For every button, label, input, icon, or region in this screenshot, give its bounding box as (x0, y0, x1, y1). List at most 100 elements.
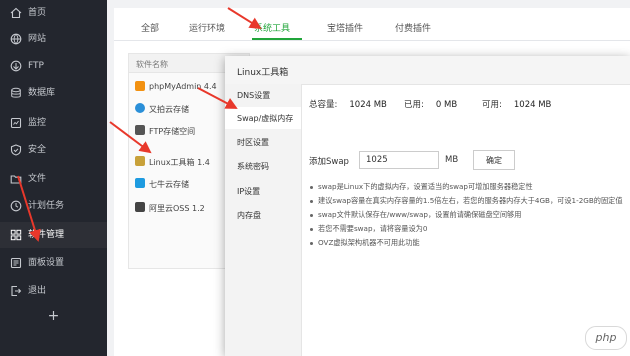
nav-label: Swap/虚拟内存 (237, 114, 294, 123)
sidebar-item-label: 计划任务 (28, 201, 65, 211)
tip-item: 若您不需要swap，请将容量设为0 (310, 224, 427, 234)
active-tab-indicator (252, 38, 302, 40)
total-value: 1024 MB (349, 100, 387, 110)
toolbox-icon (135, 156, 145, 166)
sidebar-item-label: 文件 (28, 174, 47, 184)
tip-item: swap是Linux下的虚拟内存，设置适当的swap可增加服务器稳定性 (310, 182, 533, 192)
database-icon (11, 87, 21, 98)
qiniu-icon (135, 178, 145, 188)
free-label: 可用: (482, 100, 502, 110)
software-name: 阿里云OSS 1.2 (149, 204, 205, 213)
software-name: FTP存储空间 (149, 127, 196, 136)
sidebar-item-label: 退出 (28, 286, 47, 296)
sidebar-item-security[interactable]: 安全 (0, 137, 107, 163)
nav-ip[interactable]: IP设置 (225, 180, 301, 202)
aliyun-oss-icon (135, 202, 145, 212)
phpmyadmin-icon (135, 81, 145, 91)
add-button[interactable]: + (0, 305, 107, 327)
sidebar-item-software[interactable]: 软件管理 (0, 222, 107, 248)
globe-icon (10, 33, 22, 45)
total-capacity: 总容量: 1024 MB (309, 98, 387, 110)
settings-icon (10, 257, 22, 269)
folder-icon (10, 175, 22, 184)
used-value: 0 MB (435, 100, 458, 110)
software-name: 又拍云存储 (149, 105, 189, 114)
dialog-nav: DNS设置 Swap/虚拟内存 时区设置 系统密码 IP设置 内存盘 (225, 84, 302, 356)
sidebar-item-label: 首页 (28, 8, 47, 18)
total-label: 总容量: (309, 100, 338, 110)
tip-text: 建议swap容量在真实内存容量的1.5倍左右，若您的服务器内存大于4GB，可设1… (318, 196, 623, 205)
used-label: 已用: (404, 100, 424, 110)
sidebar-item-label: 监控 (28, 118, 47, 128)
tip-item: OVZ虚拟架构机器不可用此功能 (310, 238, 420, 248)
nav-label: 时区设置 (237, 138, 269, 147)
home-icon (10, 7, 22, 19)
shield-icon (10, 144, 22, 156)
dialog-title: Linux工具箱 (237, 68, 289, 78)
tab-bar: 全部 运行环境 系统工具 宝塔插件 付费插件 (114, 8, 630, 41)
tab-paid-plugins[interactable]: 付费插件 (395, 21, 431, 34)
sidebar-item-panel-settings[interactable]: 面板设置 (0, 250, 107, 276)
sidebar-item-label: 安全 (28, 145, 47, 155)
swap-content: 总容量: 1024 MB 已用: 0 MB 可用: 1024 MB 添加Swap MB… (302, 84, 630, 356)
bullet-icon (310, 213, 313, 217)
column-header-name: 软件名称 (136, 60, 168, 69)
tab-system-tools[interactable]: 系统工具 (254, 21, 290, 34)
tip-text: swap文件默认保存在/www/swap，设置前请确保磁盘空间够用 (318, 210, 522, 219)
software-name: phpMyAdmin 4.4 (149, 82, 217, 91)
php-watermark: php (585, 326, 627, 350)
bullet-icon (310, 227, 313, 231)
sidebar-item-label: 数据库 (28, 88, 56, 98)
monitor-icon (10, 117, 22, 129)
sidebar-item-label: 网站 (28, 34, 47, 44)
bullet-icon (310, 241, 313, 245)
sidebar-item-website[interactable]: 网站 (0, 26, 107, 52)
grid-icon (10, 229, 22, 241)
tip-text: swap是Linux下的虚拟内存，设置适当的swap可增加服务器稳定性 (318, 182, 533, 191)
linux-toolbox-dialog: Linux工具箱 DNS设置 Swap/虚拟内存 时区设置 系统密码 IP设置 … (225, 56, 630, 356)
swap-unit: MB (445, 155, 459, 165)
sidebar-item-files[interactable]: 文件 (0, 166, 107, 192)
nav-timezone[interactable]: 时区设置 (225, 131, 301, 153)
tab-bt-plugins[interactable]: 宝塔插件 (327, 21, 363, 34)
bullet-icon (310, 199, 313, 203)
sidebar-item-database[interactable]: 数据库 (0, 80, 107, 106)
sidebar-item-ftp[interactable]: FTP (0, 53, 107, 79)
software-name: Linux工具箱 1.4 (149, 158, 210, 167)
sidebar-item-monitor[interactable]: 监控 (0, 110, 107, 136)
tip-text: OVZ虚拟架构机器不可用此功能 (318, 238, 420, 247)
nav-swap[interactable]: Swap/虚拟内存 (225, 107, 301, 129)
nav-label: DNS设置 (237, 91, 271, 100)
free-capacity: 可用: 1024 MB (482, 98, 551, 110)
bullet-icon (310, 185, 313, 189)
tab-runtime[interactable]: 运行环境 (189, 21, 225, 34)
tab-all[interactable]: 全部 (141, 21, 159, 34)
sidebar-item-logout[interactable]: 退出 (0, 278, 107, 304)
swap-size-input[interactable] (359, 151, 439, 169)
confirm-button[interactable]: 确定 (473, 150, 515, 170)
nav-dns[interactable]: DNS设置 (225, 84, 301, 106)
free-value: 1024 MB (513, 100, 552, 110)
upyun-icon (135, 103, 145, 113)
nav-label: 系统密码 (237, 162, 269, 171)
tip-item: 建议swap容量在真实内存容量的1.5倍左右，若您的服务器内存大于4GB，可设1… (310, 196, 623, 206)
dialog-title-bar: Linux工具箱 (225, 56, 630, 85)
sidebar-item-label: 软件管理 (28, 230, 65, 240)
sidebar: 首页 网站 FTP 数据库 监控 安全 文件 计划任务 软件管理 面板设置 退出… (0, 0, 107, 356)
logout-icon (11, 285, 22, 297)
nav-label: 内存盘 (237, 211, 261, 220)
sidebar-item-cron[interactable]: 计划任务 (0, 193, 107, 219)
clock-icon (10, 200, 22, 212)
nav-label: IP设置 (237, 187, 261, 196)
tip-text: 若您不需要swap，请将容量设为0 (318, 224, 428, 233)
software-name: 七牛云存储 (149, 180, 189, 189)
tip-item: swap文件默认保存在/www/swap，设置前请确保磁盘空间够用 (310, 210, 521, 220)
swap-label: 添加Swap (309, 157, 349, 167)
ftp-storage-icon (135, 125, 145, 135)
nav-ramdisk[interactable]: 内存盘 (225, 204, 301, 226)
nav-password[interactable]: 系统密码 (225, 155, 301, 177)
ftp-icon (10, 60, 22, 72)
sidebar-item-label: 面板设置 (28, 258, 65, 268)
used-capacity: 已用: 0 MB (404, 98, 457, 110)
sidebar-item-home[interactable]: 首页 (0, 0, 107, 26)
